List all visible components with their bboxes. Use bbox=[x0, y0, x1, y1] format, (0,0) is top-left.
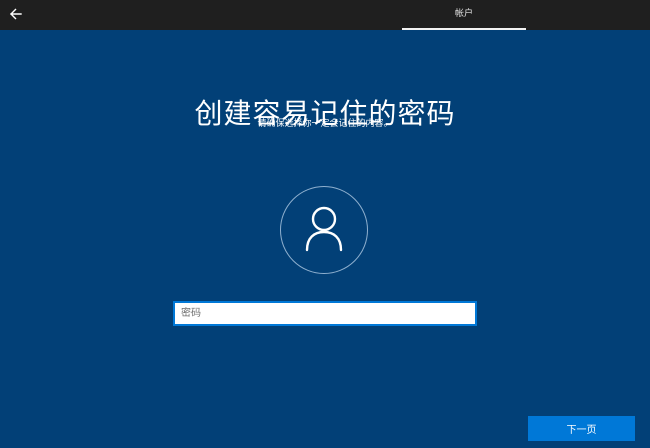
back-button[interactable] bbox=[6, 4, 26, 24]
user-avatar-icon bbox=[305, 206, 343, 252]
password-input[interactable] bbox=[173, 301, 477, 326]
tab-active-indicator bbox=[402, 28, 526, 30]
page-subtitle: 请确保选择你一定会记住的内容。 bbox=[257, 119, 393, 129]
back-arrow-icon bbox=[10, 8, 22, 20]
tab-account[interactable]: 帐户 bbox=[402, 0, 526, 30]
tab-account-label: 帐户 bbox=[454, 9, 473, 19]
avatar bbox=[280, 186, 368, 274]
top-bar: 帐户 bbox=[0, 0, 650, 30]
next-button[interactable]: 下一页 bbox=[528, 416, 635, 441]
